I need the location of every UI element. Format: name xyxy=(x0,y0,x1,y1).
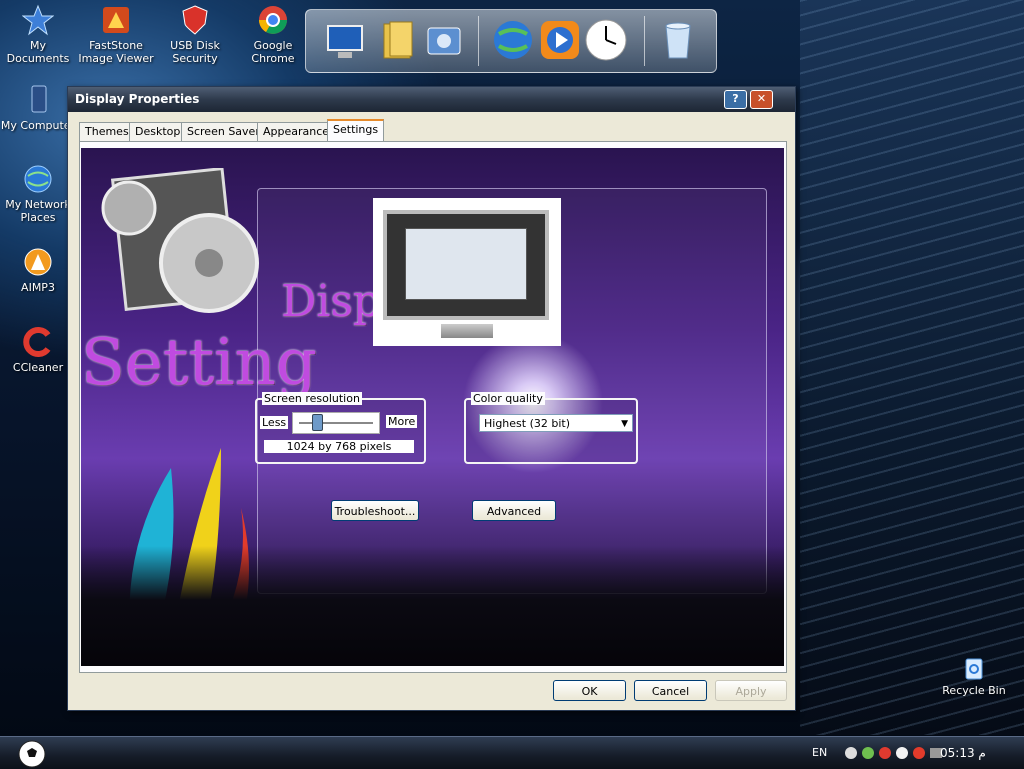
dock-computer-icon[interactable] xyxy=(324,18,368,62)
window-title: Display Properties xyxy=(75,92,200,106)
ccleaner-icon xyxy=(23,327,51,357)
dock-settings-icon[interactable] xyxy=(422,18,466,62)
usb-shield-icon xyxy=(182,5,208,35)
less-label: Less xyxy=(260,416,289,429)
tray-icons xyxy=(845,747,942,759)
desktop-icon-label: CCleaner xyxy=(12,361,64,374)
preview-window xyxy=(405,228,527,300)
globe-icon xyxy=(24,165,52,193)
resolution-slider-thumb[interactable] xyxy=(311,414,323,431)
dock-bar xyxy=(305,9,717,73)
monitor-preview-screen xyxy=(383,210,549,320)
language-indicator[interactable]: EN xyxy=(812,746,827,759)
desktop-icon-label: Image Viewer xyxy=(78,52,154,65)
desktop-icon-google-chrome[interactable]: Google Chrome xyxy=(233,4,313,65)
clock[interactable]: 05:13 م xyxy=(940,746,986,760)
dock-media-player-icon[interactable] xyxy=(538,18,582,62)
ok-button[interactable]: OK xyxy=(553,680,626,701)
desktop-icon-label: Security xyxy=(172,52,218,65)
tab-appearance[interactable]: Appearance xyxy=(257,122,336,141)
aimp-icon xyxy=(24,248,52,276)
cancel-button[interactable]: Cancel xyxy=(634,680,707,701)
more-label: More xyxy=(386,415,418,428)
tab-settings[interactable]: Settings xyxy=(327,119,385,143)
help-button[interactable]: ? xyxy=(724,90,747,109)
tab-themes[interactable]: Themes xyxy=(79,122,135,141)
monitor-stand xyxy=(441,324,493,338)
dropdown-arrow-icon: ▼ xyxy=(621,419,628,429)
faststone-icon xyxy=(103,7,129,33)
resolution-slider-rail xyxy=(299,422,373,424)
taskbar: EN 05:13 م xyxy=(0,736,1024,769)
desktop-icon-faststone[interactable]: FastStone Image Viewer xyxy=(76,4,156,65)
color-quality-label: Color quality xyxy=(471,392,545,405)
desktop-icon-recycle-bin[interactable]: Recycle Bin xyxy=(934,655,1014,697)
troubleshoot-button[interactable]: Troubleshoot... xyxy=(331,500,419,521)
decor-setting-text: Setting xyxy=(81,326,317,400)
dock-separator xyxy=(644,16,645,66)
resolution-value: 1024 by 768 pixels xyxy=(264,440,414,453)
dock-folder-icon[interactable] xyxy=(376,18,420,62)
desktop-icon-my-documents[interactable]: My Documents xyxy=(0,4,78,65)
dock-clock-icon[interactable] xyxy=(584,18,628,62)
desktop-icon-label: My Computer xyxy=(0,119,76,132)
start-soccer-ball-icon[interactable] xyxy=(17,739,47,769)
gear-film-artwork xyxy=(101,168,259,313)
desktop-wallpaper-stadium xyxy=(800,0,1024,735)
desktop-icon-label: My Network xyxy=(5,198,71,211)
desktop-icon-label: My Documents xyxy=(6,39,70,65)
settings-background-artwork: Displ Setting Screen resolution Less Mor… xyxy=(81,148,784,666)
screen-resolution-label: Screen resolution xyxy=(262,392,362,405)
dock-separator xyxy=(478,16,479,66)
star-icon xyxy=(22,4,54,36)
desktop-icon-label: Places xyxy=(20,211,56,224)
desktop-icon-label: AIMP3 xyxy=(21,281,55,294)
title-bar[interactable]: Display Properties ? ✕ xyxy=(68,87,795,112)
color-quality-group: Color quality Highest (32 bit) ▼ xyxy=(464,392,638,464)
screen-resolution-group: Screen resolution Less More 1024 by 768 … xyxy=(255,392,426,464)
close-button[interactable]: ✕ xyxy=(750,90,773,109)
advanced-button[interactable]: Advanced xyxy=(472,500,556,521)
desktop-icon-label: Recycle Bin xyxy=(942,684,1006,697)
tree-silhouette xyxy=(81,546,784,666)
system-tray: EN 05:13 م xyxy=(804,737,1024,769)
dock-trash-icon[interactable] xyxy=(656,18,700,62)
desktop-icon-label: FastStone xyxy=(89,39,143,52)
computer-icon xyxy=(31,85,47,113)
desktop-icon-label: USB Disk xyxy=(170,39,220,52)
display-properties-window: Display Properties ? ✕ Themes Desktop Sc… xyxy=(67,86,796,711)
monitor-preview xyxy=(373,198,561,346)
tab-screen-saver[interactable]: Screen Saver xyxy=(181,122,266,141)
settings-panel: Displ Setting Screen resolution Less Mor… xyxy=(79,141,787,673)
apply-button[interactable]: Apply xyxy=(715,680,787,701)
tab-desktop[interactable]: Desktop xyxy=(129,122,187,141)
color-quality-selected: Highest (32 bit) xyxy=(484,417,571,430)
color-quality-select[interactable]: Highest (32 bit) ▼ xyxy=(479,414,633,432)
dock-globe-icon[interactable] xyxy=(491,18,535,62)
desktop-icon-usb-disk-security[interactable]: USB Disk Security xyxy=(155,4,235,65)
recycle-bin-icon xyxy=(965,658,983,680)
desktop-icon-label: Google Chrome xyxy=(251,39,295,65)
resolution-slider-track[interactable] xyxy=(292,412,380,434)
chrome-icon xyxy=(259,6,287,34)
